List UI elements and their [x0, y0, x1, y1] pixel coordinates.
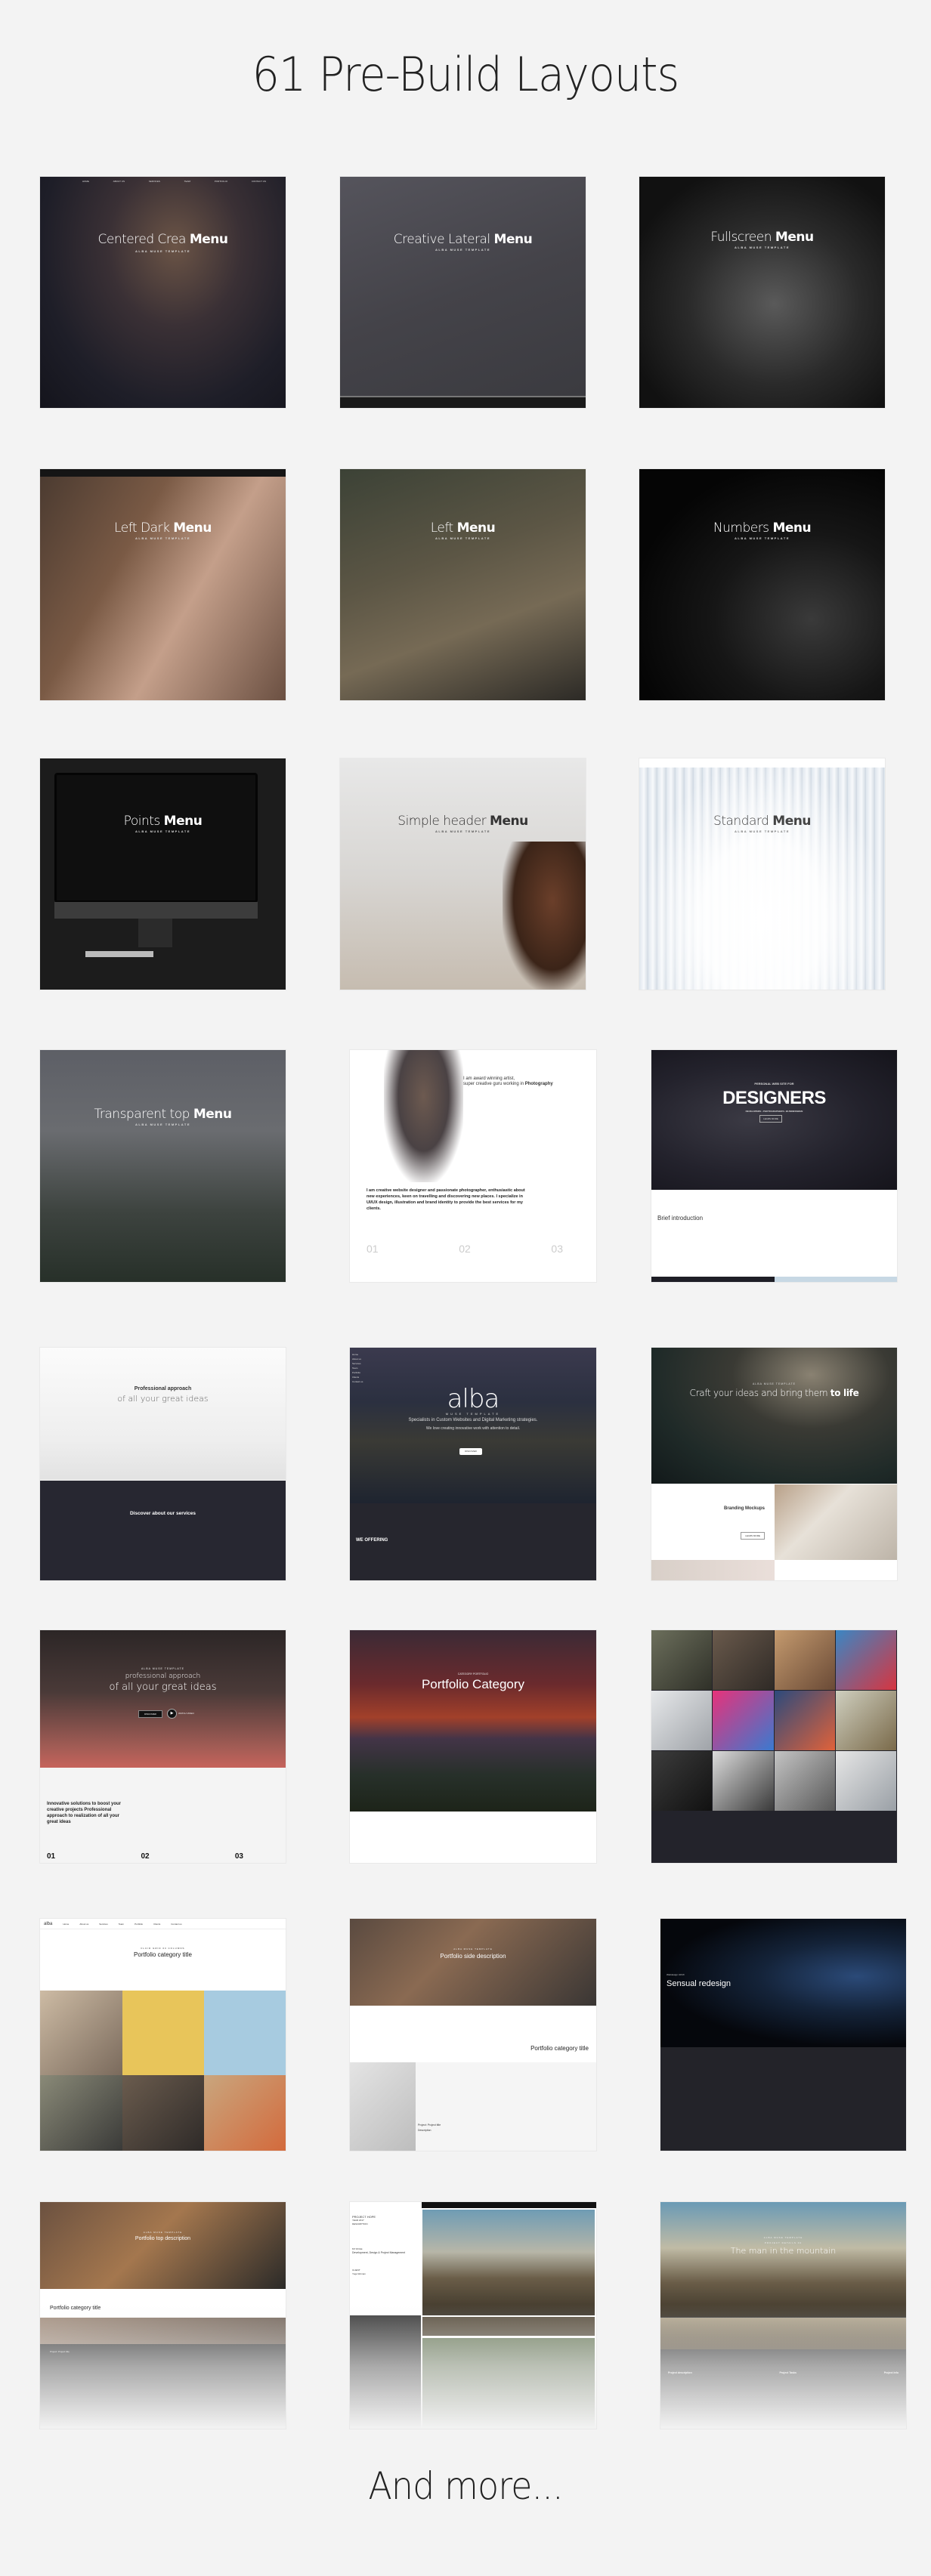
layout-title: Fullscreen Menu: [710, 230, 814, 245]
mini-nav: HOME ABOUT US SERVICES TEAM PORTFOLIO CONTACT…: [82, 180, 267, 183]
portfolio-tile: [651, 1691, 713, 1750]
mountain-image: [660, 2202, 906, 2317]
layout-subtitle: ALBA MUSE TEMPLATE: [435, 829, 490, 833]
layout-card-transparent-top-menu[interactable]: Transparent top Menu ALBA MUSE TEMPLATE: [40, 1050, 286, 1282]
layout-card-craft-your-ideas[interactable]: ALBA MUSE TEMPLATE Craft your ideas and …: [651, 1348, 897, 1580]
layout-card-fullscreen-menu[interactable]: Fullscreen Menu ALBA MUSE TEMPLATE: [639, 177, 885, 408]
section-title: Brief introduction: [657, 1215, 704, 1222]
bottom-bar: [340, 396, 586, 408]
layout-card-designers[interactable]: PERSONAL WEB SITE FOR DESIGNERS DEVELOPE…: [651, 1050, 897, 1282]
layout-subtitle: ALBA MUSE TEMPLATE: [435, 536, 490, 540]
portfolio-tile: [774, 1691, 835, 1750]
portfolio-tile: [651, 1630, 713, 1690]
top-nav-bar: [639, 758, 885, 768]
hero-image: [40, 1630, 286, 1768]
layout-card-sensual-redesign[interactable]: Webdesign UI/UX Sensual redesign: [660, 1919, 906, 2151]
mountain-image: [422, 2210, 595, 2315]
learn-more-button[interactable]: LEARN MORE: [741, 1532, 765, 1540]
layout-card-left-menu[interactable]: Left Menu ALBA MUSE TEMPLATE: [340, 469, 586, 700]
layout-subtitle: ALBA MUSE TEMPLATE: [735, 829, 790, 833]
top-nav: alba Home About us Services Team Portfolio Cli…: [40, 1919, 286, 1929]
designers-title: DESIGNERS: [722, 1088, 826, 1108]
portrait-shape: [503, 842, 586, 990]
layout-card-centered-crea-menu[interactable]: HOME ABOUT US SERVICES TEAM PORTFOLIO CONTACT…: [40, 177, 286, 408]
layout-title: Centered Crea Menu: [97, 232, 228, 247]
layout-card-photographer[interactable]: I am award winning artist, super creativ…: [350, 1050, 596, 1282]
project-info: PROJECT HOPE YEAR 2017 DESCRIPTION MY RO…: [352, 2215, 406, 2275]
park-image: [651, 1348, 897, 1484]
alba-logo: alba: [447, 1384, 500, 1414]
services-section: [40, 1481, 286, 1580]
portfolio-category-title: Portfolio Category: [421, 1677, 525, 1691]
layout-subtitle: ALBA MUSE TEMPLATE: [735, 246, 790, 249]
layout-card-points-menu[interactable]: Points Menu ALBA MUSE TEMPLATE: [40, 758, 286, 990]
layout-card-professional-approach-video[interactable]: ALBA MUSE TEMPLATE professional approach…: [40, 1630, 286, 1863]
numbers-row: 01 02 03: [367, 1243, 563, 1255]
layout-title: Transparent top Menu: [94, 1107, 232, 1122]
bio-text: I am creative website designer and passi…: [367, 1188, 525, 1211]
portfolio-tile: [713, 1691, 774, 1750]
portfolio-tile: [774, 1751, 835, 1811]
monitor-chin: [54, 902, 258, 919]
desk-image: [350, 1919, 596, 2006]
layout-card-standard-menu[interactable]: Standard Menu ALBA MUSE TEMPLATE: [639, 758, 885, 990]
layout-subtitle: ALBA MUSE TEMPLATE: [735, 536, 790, 540]
layout-card-portfolio-side-description[interactable]: ALBA MUSE TEMPLATE Portfolio side descri…: [350, 1919, 596, 2151]
layout-card-project-hope[interactable]: PROJECT HOPE YEAR 2017 DESCRIPTION MY RO…: [350, 2202, 596, 2429]
portfolio-tile: [774, 1630, 835, 1690]
layout-card-numbers-menu[interactable]: Numbers Menu ALBA MUSE TEMPLATE: [639, 469, 885, 700]
layout-title: Points Menu: [123, 814, 203, 829]
portfolio-tile: [713, 1630, 774, 1690]
desk-image: [40, 2202, 286, 2289]
layout-title: Left Menu: [430, 520, 496, 536]
layout-subtitle: ALBA MUSE TEMPLATE: [135, 829, 190, 833]
layout-subtitle: ALBA MUSE TEMPLATE: [135, 536, 190, 540]
laptop-image: [350, 2062, 416, 2151]
discover-button[interactable]: DISCOVER: [459, 1448, 482, 1455]
layout-title: Creative Lateral Menu: [393, 232, 533, 247]
layout-card-professional-approach[interactable]: Professional approach of all your great …: [40, 1348, 286, 1580]
layout-card-portfolio-top-description[interactable]: ALBA MUSE TEMPLATE Portfolio top descrip…: [40, 2202, 286, 2429]
side-menu: Home About us Services Team Portfolio Clients…: [352, 1353, 363, 1383]
discover-button[interactable]: DISCOVER: [138, 1710, 162, 1718]
portfolio-tile: [835, 1630, 896, 1690]
page-title: 61 Pre-Build Layouts: [252, 47, 680, 102]
layout-card-fluid-grid[interactable]: alba Home About us Services Team Portfolio Cli…: [40, 1919, 286, 2151]
city-image: [350, 1348, 596, 1503]
and-more-text: And more...: [368, 2464, 563, 2508]
layout-card-left-dark-menu[interactable]: Left Dark Menu ALBA MUSE TEMPLATE: [40, 469, 286, 700]
keyboard: [85, 951, 153, 957]
layout-subtitle: ALBA MUSE TEMPLATE: [135, 249, 190, 253]
layout-card-portfolio-category[interactable]: CATEGORY PORTFOLIO Portfolio Category: [350, 1630, 596, 1863]
sunset-image: [350, 1630, 596, 1812]
portfolio-tile: [713, 1751, 774, 1811]
layout-title: Left Dark Menu: [114, 520, 212, 536]
portrait-shape: [384, 1050, 463, 1182]
portfolio-tile: [651, 1751, 713, 1811]
top-nav-bar: [40, 469, 286, 477]
learn-more-button[interactable]: LEARN MORE: [759, 1115, 782, 1123]
layout-subtitle: ALBA MUSE TEMPLATE: [135, 1123, 190, 1126]
portfolio-tile: [835, 1691, 896, 1750]
portfolio-tile: [835, 1751, 896, 1811]
layout-title: Numbers Menu: [713, 520, 812, 536]
layout-card-portfolio-grid[interactable]: [651, 1630, 897, 1863]
layout-card-alba-city[interactable]: Home About us Services Team Portfolio Clients…: [350, 1348, 596, 1580]
layout-title: Simple header Menu: [397, 814, 528, 829]
monitor-stand: [138, 919, 172, 947]
layout-subtitle: ALBA MUSE TEMPLATE: [435, 248, 490, 252]
desk-image: [775, 1484, 897, 1560]
layout-card-simple-header-menu[interactable]: Simple header Menu ALBA MUSE TEMPLATE: [340, 758, 586, 990]
sensual-title: Sensual redesign: [667, 1979, 732, 1988]
play-icon[interactable]: ▶: [167, 1709, 177, 1719]
layout-card-man-in-the-mountain[interactable]: ALBA MUSE TEMPLATE PROJECT DETAILS 02 Th…: [660, 2202, 906, 2429]
monitor-screen: [54, 773, 258, 903]
layout-title: Standard Menu: [713, 814, 811, 829]
intro-text: I am award winning artist, super creativ…: [463, 1076, 553, 1086]
layout-card-creative-lateral-menu[interactable]: Creative Lateral Menu ALBA MUSE TEMPLATE: [340, 177, 586, 408]
